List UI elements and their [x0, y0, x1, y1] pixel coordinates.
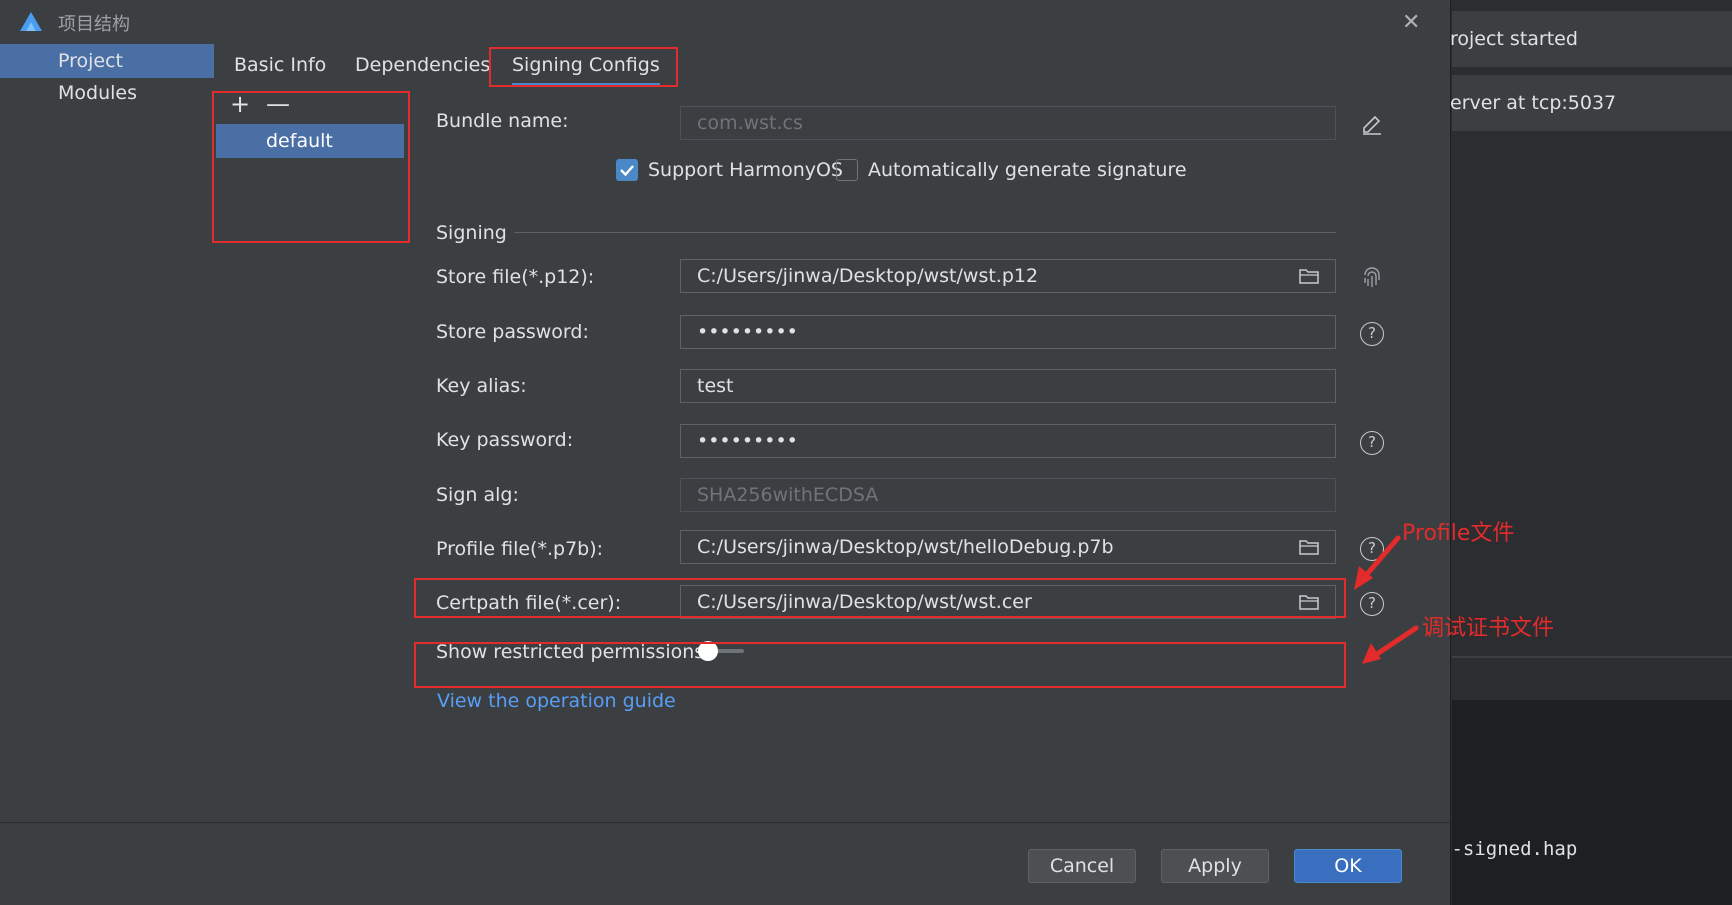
annotation-box-profile-file [414, 578, 1346, 618]
store-password-label: Store password: [436, 321, 589, 343]
key-password-label: Key password: [436, 429, 574, 451]
key-alias-label: Key alias: [436, 375, 527, 397]
help-icon[interactable]: ? [1360, 431, 1384, 455]
nav-item-project[interactable]: Project [0, 44, 214, 78]
store-file-label: Store file(*.p12): [436, 266, 595, 288]
tab-bar: Basic Info Dependencies Signing Configs [214, 44, 1450, 87]
help-icon[interactable]: ? [1360, 592, 1384, 616]
support-harmonyos-label: Support HarmonyOS [648, 159, 843, 181]
left-nav: Project Modules [0, 44, 215, 822]
section-divider [514, 232, 1336, 233]
bundle-name-label: Bundle name: [436, 110, 569, 132]
store-file-field[interactable]: C:/Users/jinwa/Desktop/wst/wst.p12 [680, 259, 1336, 293]
annotation-box-config-list [212, 91, 410, 243]
annotation-box-signing-tab [489, 47, 678, 87]
edit-pencil-icon[interactable] [1360, 112, 1384, 136]
background-console [1452, 700, 1732, 905]
profile-file-field[interactable]: C:/Users/jinwa/Desktop/wst/helloDebug.p7… [680, 530, 1336, 564]
dialog-title: 项目结构 [58, 14, 130, 35]
store-password-field[interactable]: ••••••••• [680, 315, 1336, 349]
dialog-titlebar: 项目结构 ✕ [0, 0, 1450, 45]
signing-form: Bundle name: com.wst.cs Support HarmonyO… [406, 86, 1450, 822]
annotation-cert-label: 调试证书文件 [1422, 616, 1555, 641]
annotation-profile-label: Profile文件 [1402, 521, 1515, 546]
auto-signature-label: Automatically generate signature [868, 159, 1187, 181]
nav-item-label: Modules [58, 82, 137, 104]
checkmark-icon [620, 165, 634, 177]
help-icon[interactable]: ? [1360, 322, 1384, 346]
key-password-field[interactable]: ••••••••• [680, 424, 1336, 458]
bundle-name-field: com.wst.cs [680, 106, 1336, 140]
folder-icon[interactable] [1299, 538, 1319, 556]
background-notification-1: roject started [1450, 11, 1732, 67]
sign-alg-field: SHA256withECDSA [680, 478, 1336, 512]
key-alias-field[interactable]: test [680, 369, 1336, 403]
cancel-button[interactable]: Cancel [1028, 849, 1136, 883]
close-icon[interactable]: ✕ [1402, 10, 1420, 35]
operation-guide-link[interactable]: View the operation guide [437, 690, 676, 712]
background-divider [1452, 656, 1732, 658]
auto-signature-checkbox[interactable] [836, 159, 858, 181]
tab-dependencies[interactable]: Dependencies [355, 44, 490, 86]
fingerprint-icon[interactable] [1360, 266, 1384, 290]
support-harmonyos-checkbox[interactable] [616, 159, 638, 181]
folder-icon[interactable] [1299, 267, 1319, 285]
nav-item-modules[interactable]: Modules [0, 76, 214, 110]
background-notification-2: erver at tcp:5037 [1450, 75, 1732, 131]
sign-alg-label: Sign alg: [436, 484, 519, 506]
dialog-footer: Cancel Apply OK [0, 822, 1450, 905]
signing-section-title: Signing [436, 222, 507, 244]
apply-button[interactable]: Apply [1161, 849, 1269, 883]
annotation-box-certpath-file [414, 642, 1346, 688]
app-logo-icon [20, 12, 42, 31]
tab-basic-info[interactable]: Basic Info [234, 44, 326, 86]
store-file-value: C:/Users/jinwa/Desktop/wst/wst.p12 [697, 265, 1039, 287]
help-icon[interactable]: ? [1360, 537, 1384, 561]
profile-file-label: Profile file(*.p7b): [436, 538, 604, 560]
profile-file-value: C:/Users/jinwa/Desktop/wst/helloDebug.p7… [697, 536, 1114, 558]
nav-item-label: Project [58, 50, 124, 72]
background-console-text: t-signed.hap [1440, 838, 1578, 860]
ok-button[interactable]: OK [1294, 849, 1402, 883]
